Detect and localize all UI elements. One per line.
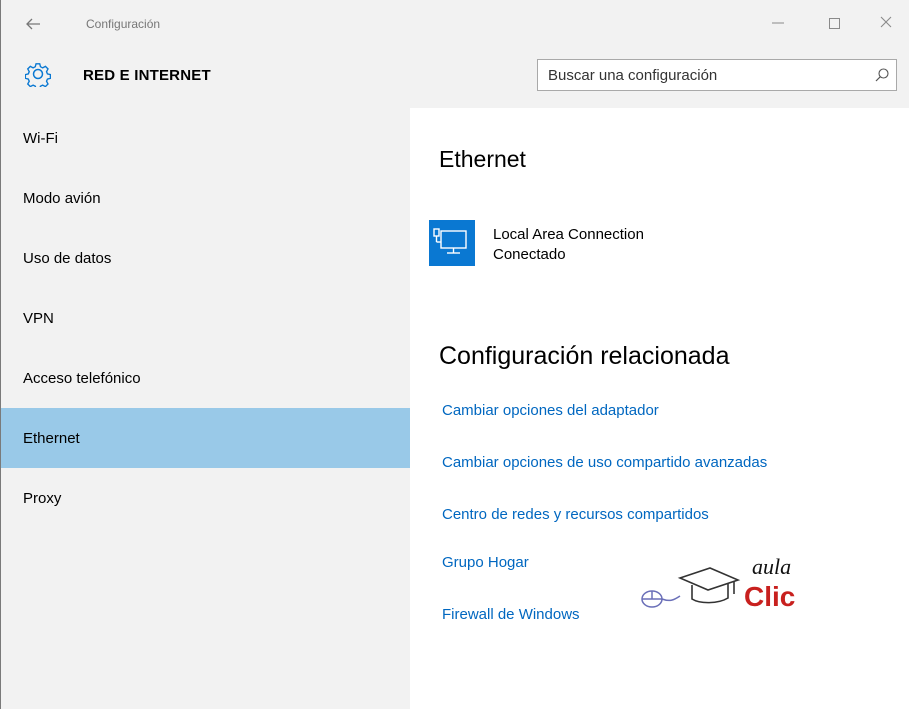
sidebar-item-label: Wi-Fi xyxy=(23,130,58,147)
sidebar-item-label: Uso de datos xyxy=(23,250,112,267)
sidebar-item-label: Acceso telefónico xyxy=(23,370,141,387)
settings-window: Configuración RED E INTERNET Buscar una … xyxy=(0,0,909,709)
link-uso-compartido-avanzadas[interactable]: Cambiar opciones de uso compartido avanz… xyxy=(442,454,767,471)
close-icon[interactable] xyxy=(871,10,901,38)
sidebar-item-label: Ethernet xyxy=(23,430,80,447)
search-box[interactable] xyxy=(537,59,897,91)
app-title: Configuración xyxy=(86,17,161,31)
page-header: RED E INTERNET xyxy=(1,50,909,108)
section-title: RED E INTERNET xyxy=(83,67,211,84)
search-input[interactable] xyxy=(548,65,868,85)
link-centro-de-redes[interactable]: Centro de redes y recursos compartidos xyxy=(442,506,709,523)
link-firewall-de-windows[interactable]: Firewall de Windows xyxy=(442,606,580,623)
minimize-icon[interactable] xyxy=(763,10,793,38)
sidebar: Wi-Fi Modo avión Uso de datos VPN Acceso… xyxy=(1,108,410,709)
sidebar-item-label: VPN xyxy=(23,310,54,327)
main-content: Ethernet Local Area Connection Conectado xyxy=(410,108,909,709)
sidebar-item-proxy[interactable]: Proxy xyxy=(1,468,410,528)
link-cambiar-opciones-adaptador[interactable]: Cambiar opciones del adaptador xyxy=(442,402,659,419)
sidebar-item-label: Proxy xyxy=(23,490,62,507)
mouse-icon xyxy=(641,590,681,608)
connection-name: Local Area Connection xyxy=(493,226,644,243)
graduation-cap-icon xyxy=(677,567,741,604)
sidebar-item-vpn[interactable]: VPN xyxy=(1,288,410,348)
connection-status: Conectado xyxy=(493,246,566,263)
sidebar-item-uso-de-datos[interactable]: Uso de datos xyxy=(1,228,410,288)
back-arrow-icon[interactable] xyxy=(23,14,45,34)
sidebar-item-acceso-telefonico[interactable]: Acceso telefónico xyxy=(1,348,410,408)
sidebar-item-wifi[interactable]: Wi-Fi xyxy=(1,108,410,168)
search-icon[interactable] xyxy=(874,67,890,83)
connection-item[interactable]: Local Area Connection Conectado xyxy=(429,220,729,274)
sidebar-item-modo-avion[interactable]: Modo avión xyxy=(1,168,410,228)
sidebar-item-label: Modo avión xyxy=(23,190,101,207)
ethernet-monitor-icon xyxy=(429,220,475,266)
related-settings-heading: Configuración relacionada xyxy=(439,342,730,370)
link-grupo-hogar[interactable]: Grupo Hogar xyxy=(442,554,529,571)
title-bar: Configuración xyxy=(1,0,909,50)
aulaclic-logo: aula Clic xyxy=(640,554,820,624)
sidebar-item-ethernet[interactable]: Ethernet xyxy=(1,408,410,468)
logo-text-clic: Clic xyxy=(744,581,795,612)
page-title: Ethernet xyxy=(439,146,526,172)
logo-text-aula: aula xyxy=(752,554,791,579)
maximize-icon[interactable] xyxy=(819,10,849,38)
gear-icon xyxy=(24,61,52,90)
